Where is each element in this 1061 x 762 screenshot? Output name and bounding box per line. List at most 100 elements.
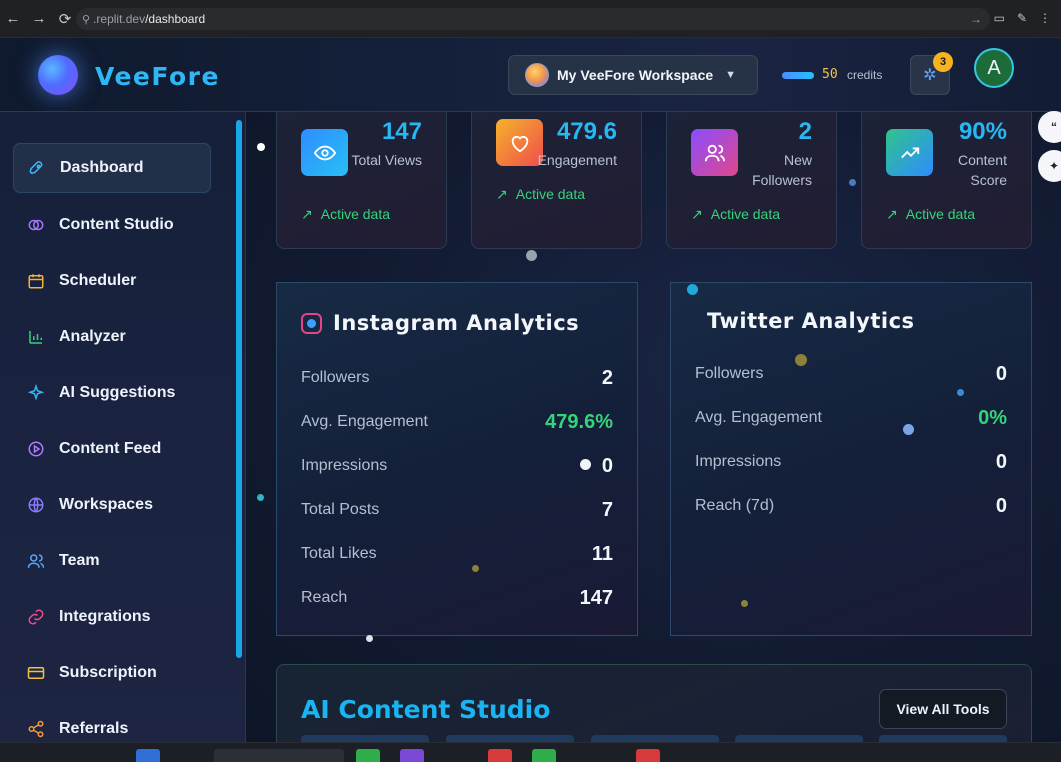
address-bar[interactable]: ⚲ .replit.dev /dashboard → xyxy=(76,8,990,30)
sparkle-icon: ✦ xyxy=(1048,159,1060,173)
quote-icon: “ xyxy=(1051,120,1057,134)
link-icon: ⚲ xyxy=(82,13,91,26)
stat-value: 90% xyxy=(958,118,1007,145)
metric-row: Followers 0 xyxy=(695,362,1007,385)
particle-dot xyxy=(472,565,479,572)
sidebar-item-workspaces[interactable]: Workspaces xyxy=(13,480,211,530)
taskbar-active-app[interactable] xyxy=(214,749,344,762)
taskbar-app-icon[interactable] xyxy=(356,749,380,762)
trend-up-icon xyxy=(886,129,933,176)
taskbar-app-icon[interactable] xyxy=(400,749,424,762)
sidebar-item-label: Workspaces xyxy=(59,496,153,513)
taskbar-app-icon[interactable] xyxy=(488,749,512,762)
rocket-icon xyxy=(26,157,48,179)
particle-dot xyxy=(957,389,964,396)
sidebar: Dashboard Content Studio Scheduler Analy… xyxy=(0,112,246,742)
studio-title: AI Content Studio xyxy=(301,695,551,724)
metric-row: Reach 147 xyxy=(301,586,613,609)
twitter-analytics-panel: Twitter Analytics Followers 0 Avg. Engag… xyxy=(670,282,1032,636)
trend-up-icon: ↗ xyxy=(691,206,703,222)
sidebar-item-analyzer[interactable]: Analyzer xyxy=(13,312,211,362)
sidebar-item-integrations[interactable]: Integrations xyxy=(13,592,211,642)
ai-content-studio-panel: AI Content Studio View All Tools xyxy=(276,664,1032,742)
studio-tool-card[interactable] xyxy=(879,735,1007,742)
brain-icon xyxy=(25,214,47,236)
url-path: /dashboard xyxy=(145,12,206,26)
sidebar-item-dashboard[interactable]: Dashboard xyxy=(13,143,211,193)
metric-row: Avg. Engagement 479.6% xyxy=(301,410,613,433)
studio-tool-card[interactable] xyxy=(446,735,574,742)
metric-row: Impressions 0 xyxy=(695,450,1007,473)
panel-title: Instagram Analytics xyxy=(333,311,580,335)
taskbar-app-icon[interactable] xyxy=(636,749,660,762)
sidebar-item-content-studio[interactable]: Content Studio xyxy=(13,200,211,250)
logo-orb-icon xyxy=(38,55,78,95)
sidebar-item-label: Analyzer xyxy=(59,328,126,345)
play-circle-icon xyxy=(25,438,47,460)
os-taskbar xyxy=(0,742,1061,762)
sidebar-item-label: Dashboard xyxy=(60,159,144,176)
particle-dot xyxy=(526,250,537,261)
monitor-icon[interactable]: ▭ xyxy=(994,11,1005,25)
metric-row: Reach (7d) 0 xyxy=(695,494,1007,517)
browser-toolbar: ← → ⟳ ⚲ .replit.dev /dashboard → ▭ ✎ ⋮ xyxy=(0,0,1061,38)
metric-row: Impressions 0 xyxy=(301,454,613,477)
app-header: VeeFore My VeeFore Workspace ▼ 50 credit… xyxy=(0,38,1061,112)
view-all-tools-button[interactable]: View All Tools xyxy=(879,689,1007,729)
main-content: 147 Total Views ↗ Active data 479.6 Engag… xyxy=(246,112,1061,742)
studio-tool-card[interactable] xyxy=(735,735,863,742)
metric-row: Avg. Engagement 0% xyxy=(695,406,1007,429)
calendar-icon xyxy=(25,270,47,292)
studio-tool-card[interactable] xyxy=(591,735,719,742)
sidebar-item-label: Team xyxy=(59,552,100,569)
back-icon[interactable]: ← xyxy=(0,10,26,27)
sidebar-item-label: AI Suggestions xyxy=(59,384,176,401)
credit-card-icon xyxy=(25,662,47,684)
sidebar-item-subscription[interactable]: Subscription xyxy=(13,648,211,698)
wrench-icon[interactable]: ✎ xyxy=(1017,11,1027,25)
sidebar-item-team[interactable]: Team xyxy=(13,536,211,586)
particle-dot xyxy=(257,494,264,501)
stat-label: Engagement xyxy=(537,152,617,168)
particle-dot xyxy=(580,459,591,470)
stat-card-content-score: 90% Content Score ↗ Active data xyxy=(861,112,1032,249)
credits-label: credits xyxy=(847,68,883,82)
particle-dot xyxy=(366,635,373,642)
reload-icon[interactable]: ⟳ xyxy=(52,10,78,28)
particle-dot xyxy=(257,143,265,151)
sparkles-icon xyxy=(25,382,47,404)
particle-dot xyxy=(741,600,748,607)
workspace-selector[interactable]: My VeeFore Workspace ▼ xyxy=(508,55,758,95)
stat-status: ↗ Active data xyxy=(691,206,780,222)
sidebar-item-label: Content Feed xyxy=(59,440,162,457)
share-icon xyxy=(25,718,47,740)
sidebar-item-scheduler[interactable]: Scheduler xyxy=(13,256,211,306)
metric-row: Total Likes 11 xyxy=(301,542,613,565)
trend-up-icon: ↗ xyxy=(886,206,898,222)
sidebar-item-content-feed[interactable]: Content Feed xyxy=(13,424,211,474)
logo-text: VeeFore xyxy=(95,62,220,91)
studio-tool-card[interactable] xyxy=(301,735,429,742)
trend-up-icon: ↗ xyxy=(301,206,313,222)
stat-value: 2 xyxy=(798,118,812,145)
forward-icon[interactable]: → xyxy=(26,10,52,27)
sidebar-scrollbar[interactable] xyxy=(236,120,242,658)
user-avatar[interactable]: A xyxy=(974,48,1014,88)
notification-badge: 3 xyxy=(933,52,953,72)
sidebar-item-ai-suggestions[interactable]: AI Suggestions xyxy=(13,368,211,418)
go-arrow-icon[interactable]: → xyxy=(970,12,982,26)
credits-progress-bar xyxy=(782,72,814,79)
trend-up-icon: ↗ xyxy=(496,186,508,202)
metric-row: Followers 2 xyxy=(301,366,613,389)
users-icon xyxy=(691,129,738,176)
stat-label: New Followers xyxy=(752,152,812,188)
metric-row: Total Posts 7 xyxy=(301,498,613,521)
taskbar-app-icon[interactable] xyxy=(136,749,160,762)
panel-title: Twitter Analytics xyxy=(707,309,915,333)
workspace-label: My VeeFore Workspace xyxy=(557,67,714,83)
more-icon[interactable]: ⋮ xyxy=(1039,11,1051,25)
taskbar-app-icon[interactable] xyxy=(532,749,556,762)
sidebar-item-label: Subscription xyxy=(59,664,157,681)
globe-icon xyxy=(25,494,47,516)
particle-dot xyxy=(795,354,807,366)
